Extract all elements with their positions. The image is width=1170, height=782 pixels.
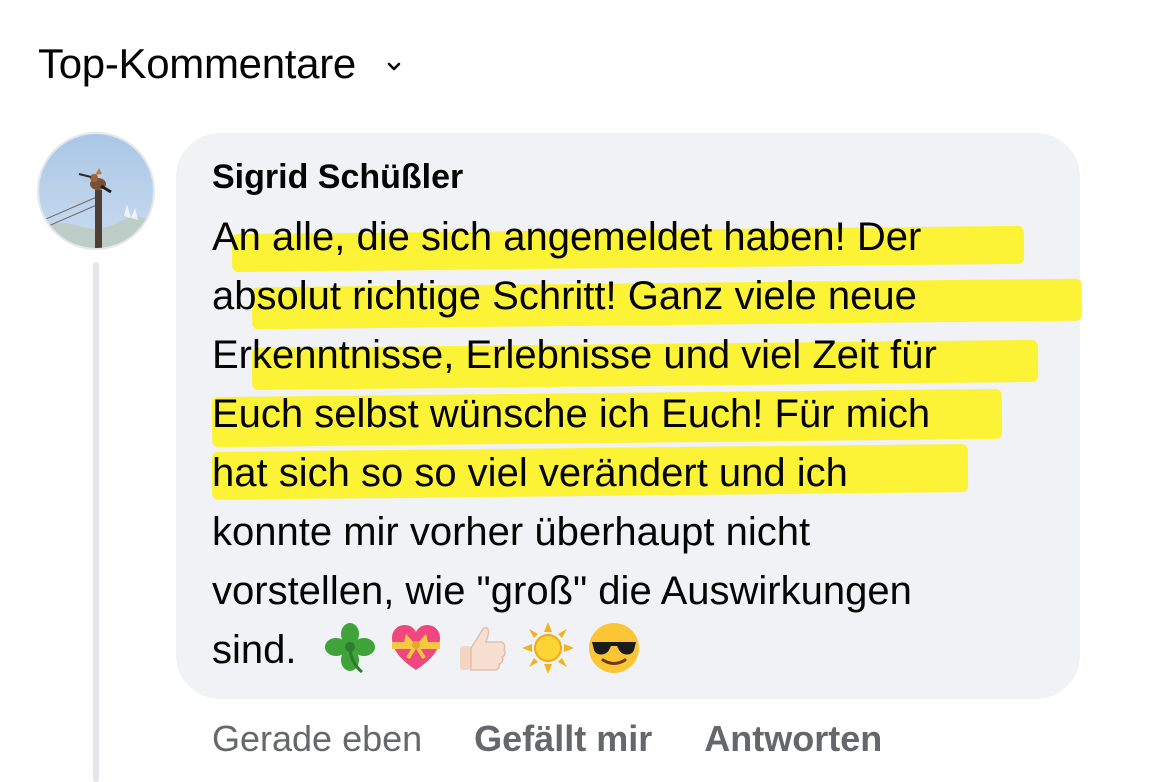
comment-text: An alle, die sich angemeldet haben! Der … — [211, 208, 1083, 680]
comment-line: hat sich so so viel verändert und ich — [211, 444, 1062, 503]
comment-line: sind. — [212, 621, 1062, 680]
reply-thread-line — [93, 262, 99, 782]
thumbs-up-icon — [459, 627, 506, 672]
clover-icon — [324, 623, 375, 674]
comments-sort-header[interactable]: Top-Kommentare — [38, 40, 402, 88]
comment-line: Erkenntnisse, Erlebnisse und viel Zeit f… — [212, 326, 1062, 391]
comment-timestamp[interactable]: Gerade eben — [212, 718, 422, 760]
comment-line: Euch selbst wünsche ich Euch! Für mich — [211, 385, 1062, 448]
comment-line: konnte mir vorher überhaupt nicht — [212, 510, 811, 554]
heart-ribbon-icon — [391, 625, 440, 671]
comment-line: vorstellen, wie "groß" die Auswirkungen — [212, 569, 912, 613]
like-button[interactable]: Gefällt mir — [474, 718, 652, 760]
comment-author[interactable]: Sigrid Schüßler — [212, 158, 463, 197]
reply-button[interactable]: Antworten — [704, 718, 882, 760]
comment-line: absolut richtige Schritt! Ganz viele neu… — [212, 267, 1083, 330]
chevron-down-icon[interactable] — [386, 59, 402, 75]
comment-actions: Gerade eben Gefällt mir Antworten — [212, 718, 882, 760]
sort-title: Top-Kommentare — [38, 40, 356, 87]
sunglasses-face-icon — [588, 623, 639, 674]
avatar[interactable] — [37, 132, 155, 250]
sun-icon — [521, 622, 574, 675]
avatar-photo-icon — [39, 134, 153, 248]
comment-line: An alle, die sich angemeldet haben! Der — [212, 208, 1062, 273]
emoji-row — [322, 620, 652, 676]
